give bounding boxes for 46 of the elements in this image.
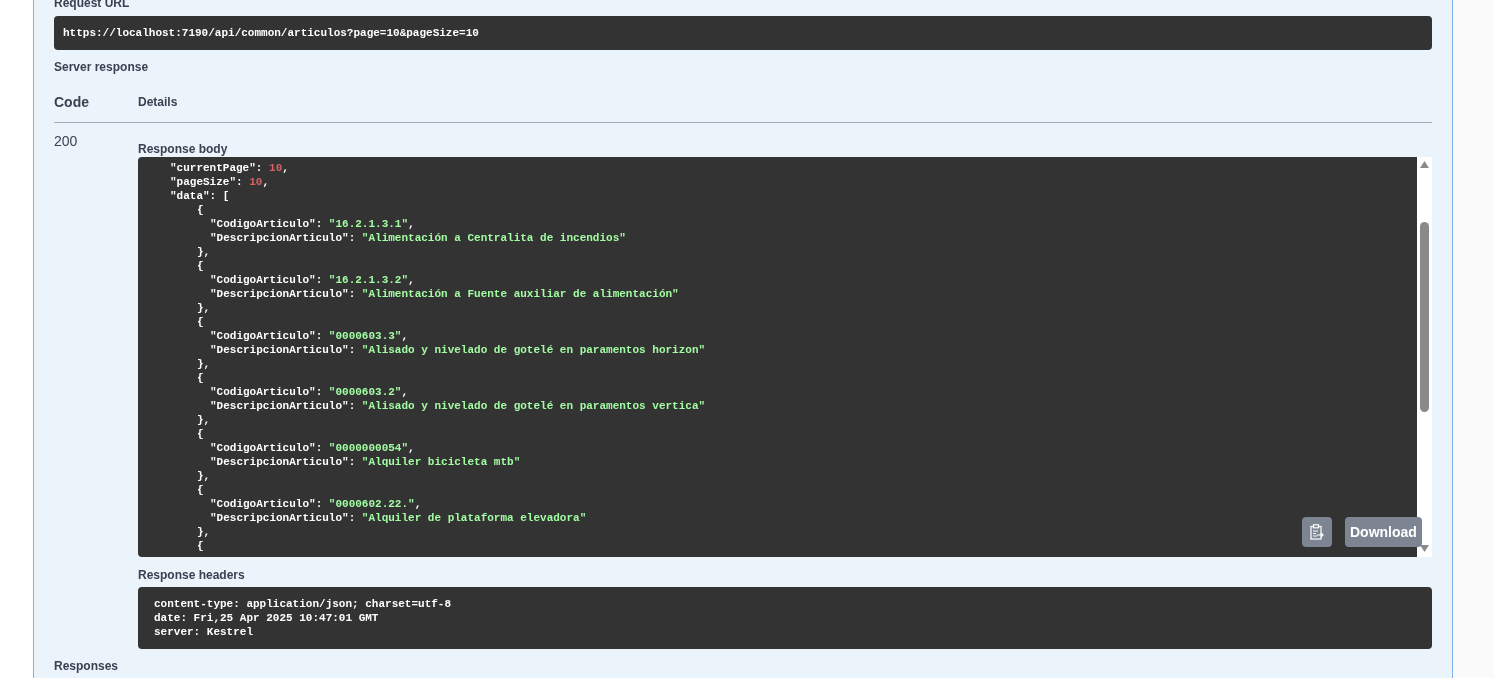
- code-line: {: [197, 483, 204, 497]
- code-line: "CodigoArticulo": "0000603.3",: [210, 329, 409, 343]
- code-line: },: [197, 357, 211, 371]
- code-line: "data": [: [170, 189, 230, 203]
- code-line: {: [197, 259, 204, 273]
- header-line: server: Kestrel: [154, 625, 255, 639]
- code-line: "CodigoArticulo": "0000602.22.",: [210, 497, 422, 511]
- request-url: https://localhost:7190/api/common/articulos?page=10&pageSize=10: [54, 16, 1432, 50]
- code-line: "CodigoArticulo": "0000000054",: [210, 441, 415, 455]
- code-line: "CodigoArticulo": "0000603.2",: [210, 385, 409, 399]
- scrollbar-thumb[interactable]: [1420, 222, 1429, 412]
- header-line: content-type: application/json; charset=utf-8: [154, 597, 453, 611]
- code-line: {: [197, 539, 204, 553]
- copy-button[interactable]: [1302, 517, 1332, 547]
- code-line: {: [197, 427, 204, 441]
- section-label: Responses: [54, 659, 120, 673]
- code-line: "DescripcionArticulo": "Alquiler bicicleta mtb": [210, 455, 521, 469]
- scrollbar[interactable]: [1417, 157, 1432, 557]
- code-line: "DescripcionArticulo": "Alisado y nivelado de gotelé en paramentos vertica": [210, 399, 706, 413]
- code-line: "currentPage": 10,: [170, 161, 289, 175]
- header-line: date: Fri,25 Apr 2025 10:47:01 GMT: [154, 611, 380, 625]
- code-line: "DescripcionArticulo": "Alisado y nivelado de gotelé en paramentos horizon": [210, 343, 706, 357]
- code-line: "DescripcionArticulo": "Alimentación a Centralita de incendios": [210, 231, 626, 245]
- code-line: },: [197, 245, 211, 259]
- download-button[interactable]: Download: [1345, 517, 1422, 547]
- code-line: },: [197, 413, 211, 427]
- code-line: {: [197, 315, 204, 329]
- clipboard-icon: [1310, 524, 1324, 540]
- status-code: 200: [54, 133, 79, 151]
- section-label: Server response: [54, 60, 150, 74]
- section-label: Response body: [138, 142, 229, 156]
- code-line: {: [197, 371, 204, 385]
- code-line: "CodigoArticulo": "16.2.1.3.2",: [210, 273, 415, 287]
- scroll-up-icon[interactable]: [1420, 161, 1429, 168]
- code-line: },: [197, 301, 211, 315]
- code-line: "CodigoArticulo": "16.2.1.3.1",: [210, 217, 415, 231]
- code-line: "DescripcionArticulo": "Alimentación a Fuente auxiliar de alimentación": [210, 287, 679, 301]
- code-line: "DescripcionArticulo": "Alquiler de plataforma elevadora": [210, 511, 587, 525]
- code-line: {: [197, 203, 204, 217]
- code-line: },: [197, 469, 211, 483]
- section-label: Response headers: [138, 568, 246, 582]
- column-header: Code: [54, 92, 90, 112]
- column-header: Details: [138, 94, 178, 111]
- scroll-down-icon[interactable]: [1420, 545, 1429, 552]
- code-line: "pageSize": 10,: [170, 175, 270, 189]
- code-line: },: [197, 525, 211, 539]
